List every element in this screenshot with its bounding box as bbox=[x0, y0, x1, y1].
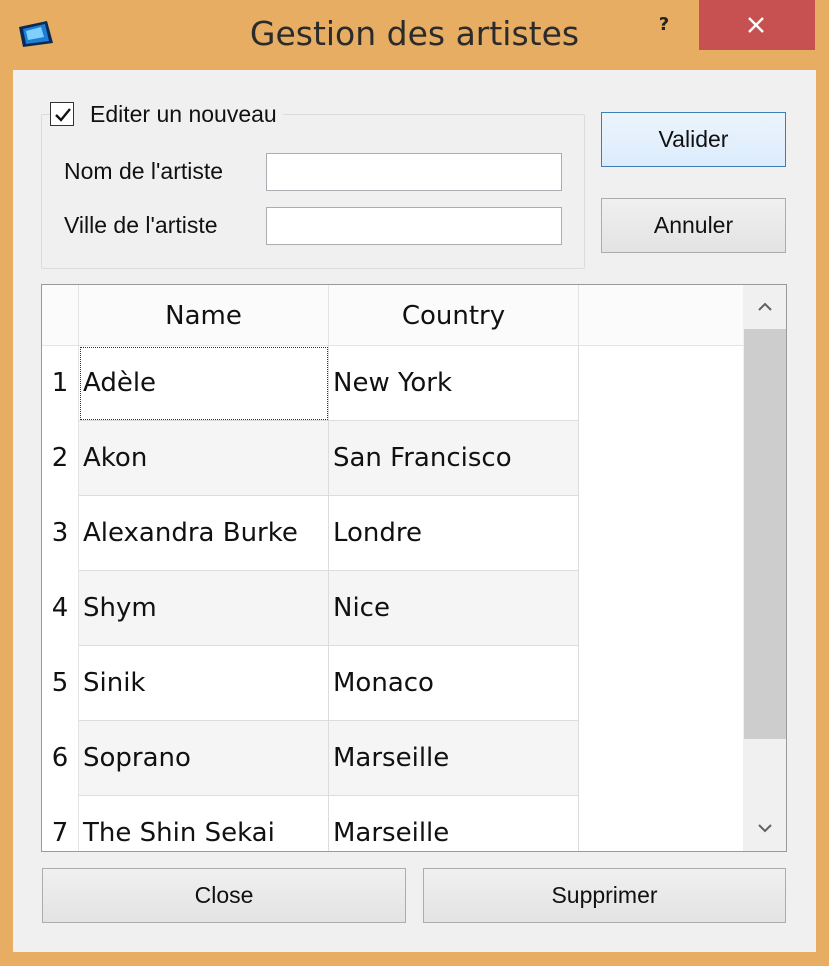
cell-country[interactable]: Londre bbox=[329, 496, 579, 571]
cell-name[interactable]: Soprano bbox=[79, 721, 329, 796]
row-number[interactable]: 3 bbox=[42, 496, 79, 571]
artist-city-input[interactable] bbox=[266, 207, 562, 245]
cell-name[interactable]: Shym bbox=[79, 571, 329, 646]
validate-button[interactable]: Valider bbox=[601, 112, 786, 167]
cell-country[interactable]: Marseille bbox=[329, 721, 579, 796]
close-button[interactable]: Close bbox=[42, 868, 406, 923]
row-number[interactable]: 4 bbox=[42, 571, 79, 646]
row-number[interactable]: 2 bbox=[42, 421, 79, 496]
cell-name[interactable]: Akon bbox=[79, 421, 329, 496]
scroll-down-icon[interactable] bbox=[757, 822, 773, 834]
checkmark-icon bbox=[55, 108, 71, 122]
cell-country[interactable]: Nice bbox=[329, 571, 579, 646]
cell-country[interactable]: Marseille bbox=[329, 796, 579, 851]
cell-country[interactable]: Monaco bbox=[329, 646, 579, 721]
artists-table[interactable]: Name Country 1 Adèle New York 2 Akon San Fran… bbox=[41, 284, 787, 852]
row-number[interactable]: 1 bbox=[42, 346, 79, 421]
new-artist-groupbox bbox=[41, 114, 585, 269]
new-artist-checkbox-row[interactable]: Editer un nouveau bbox=[50, 100, 283, 128]
row-number[interactable]: 6 bbox=[42, 721, 79, 796]
vertical-scrollbar[interactable] bbox=[743, 285, 786, 851]
window-close-button[interactable] bbox=[699, 0, 815, 50]
new-artist-checkbox[interactable] bbox=[50, 102, 74, 126]
cell-name[interactable]: Sinik bbox=[79, 646, 329, 721]
cell-name[interactable]: Alexandra Burke bbox=[79, 496, 329, 571]
row-number[interactable]: 7 bbox=[42, 796, 79, 851]
scroll-up-icon[interactable] bbox=[757, 301, 773, 313]
scrollbar-thumb[interactable] bbox=[744, 329, 786, 739]
column-header-name[interactable]: Name bbox=[79, 285, 329, 346]
new-artist-checkbox-label: Editer un nouveau bbox=[90, 100, 277, 127]
dialog-client-area: Editer un nouveau Nom de l'artiste Ville… bbox=[13, 70, 816, 952]
artist-city-label: Ville de l'artiste bbox=[64, 212, 218, 238]
close-icon bbox=[748, 17, 764, 33]
cell-name[interactable]: Adèle bbox=[79, 346, 329, 421]
cell-country[interactable]: New York bbox=[329, 346, 579, 421]
cell-name[interactable]: The Shin Sekai bbox=[79, 796, 329, 851]
artist-name-input[interactable] bbox=[266, 153, 562, 191]
cell-country[interactable]: San Francisco bbox=[329, 421, 579, 496]
column-header-filler bbox=[579, 285, 743, 346]
help-button[interactable]: ? bbox=[646, 12, 682, 38]
title-bar[interactable]: Gestion des artistes ? bbox=[0, 0, 829, 70]
delete-button[interactable]: Supprimer bbox=[423, 868, 786, 923]
column-header-country[interactable]: Country bbox=[329, 285, 579, 346]
cancel-button[interactable]: Annuler bbox=[601, 198, 786, 253]
row-number[interactable]: 5 bbox=[42, 646, 79, 721]
table-corner bbox=[42, 285, 79, 346]
artist-name-label: Nom de l'artiste bbox=[64, 158, 224, 184]
